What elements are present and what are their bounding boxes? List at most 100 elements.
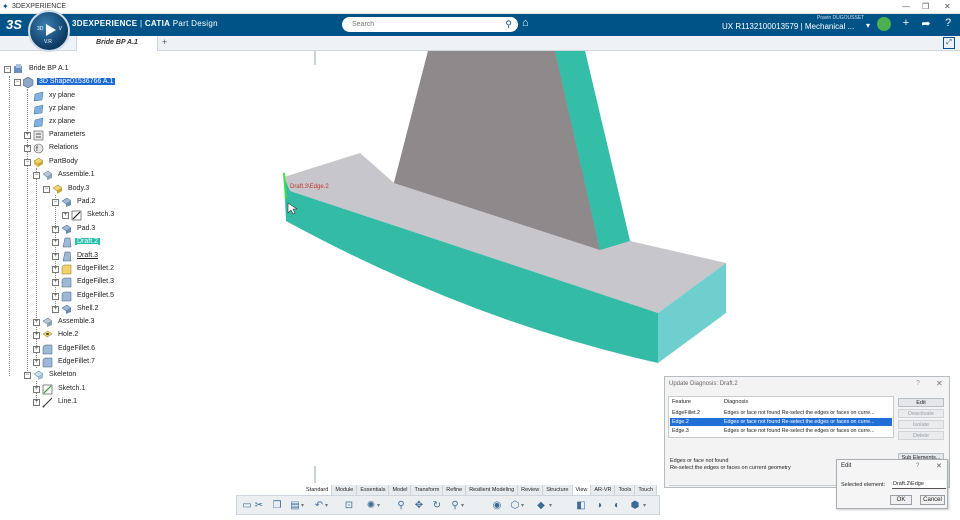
fullscreen-icon[interactable]: ⤢	[943, 37, 955, 49]
copy-icon[interactable]: ❐	[271, 500, 283, 512]
tab-review[interactable]: Review	[518, 485, 544, 495]
help-icon[interactable]: ?	[916, 463, 919, 469]
tab-tools[interactable]: Tools	[615, 485, 636, 495]
add-tab-icon[interactable]: +	[162, 37, 167, 47]
collapse-icon[interactable]: −	[24, 372, 31, 379]
compass-widget[interactable]: 3D V V.R	[28, 10, 70, 52]
tree-item-label: 3D Shape01536766 A.1	[37, 78, 116, 85]
expand-icon[interactable]: +	[24, 145, 31, 152]
selected-element-field[interactable]	[892, 480, 946, 489]
collapse-icon[interactable]: −	[43, 186, 50, 193]
camera-icon[interactable]: ◉	[491, 500, 503, 512]
expand-icon[interactable]: +	[62, 212, 69, 219]
edit-button[interactable]: Edit	[898, 398, 944, 407]
expand-icon[interactable]: +	[33, 399, 40, 406]
play-icon[interactable]	[46, 24, 56, 36]
ok-button[interactable]: OK	[890, 495, 912, 505]
chevron-down-icon[interactable]: ▾	[521, 502, 527, 509]
expand-icon[interactable]: +	[33, 332, 40, 339]
tab-refine[interactable]: Refine	[443, 485, 467, 495]
expand-icon[interactable]: +	[52, 266, 59, 273]
tab-structure[interactable]: Structure	[543, 485, 573, 495]
table-row[interactable]: EdgeFillet.2 Edges or face not found Re-…	[670, 409, 892, 417]
close-icon[interactable]: ✕	[944, 2, 951, 11]
expand-icon[interactable]: +	[33, 319, 40, 326]
collapse-icon[interactable]: −	[14, 79, 21, 86]
swap-visible-icon[interactable]: ◐	[611, 500, 623, 512]
expand-icon[interactable]: +	[52, 253, 59, 260]
avatar[interactable]	[876, 17, 892, 33]
chevron-down-icon[interactable]: ▾	[325, 502, 331, 509]
delete-button[interactable]: Delete	[898, 431, 944, 440]
cut-icon[interactable]: ✂	[253, 500, 265, 512]
hide-show-icon[interactable]: ◑	[593, 500, 605, 512]
chevron-down-icon[interactable]: ▾	[461, 502, 467, 509]
expand-icon[interactable]: +	[33, 359, 40, 366]
tab-transform[interactable]: Transform	[411, 485, 444, 495]
tag-icon[interactable]: ⌂	[522, 17, 529, 29]
zoom-fit-icon[interactable]: ⊡	[343, 500, 355, 512]
expand-icon[interactable]: +	[52, 293, 59, 300]
search-icon[interactable]: ⚲	[505, 19, 512, 30]
collapse-icon[interactable]: −	[33, 172, 40, 179]
chevron-down-icon[interactable]: ▾	[866, 21, 870, 30]
expand-icon[interactable]: +	[24, 132, 31, 139]
tree-item-label: EdgeFillet.3	[77, 278, 114, 285]
tree-item-label: xy plane	[49, 92, 76, 99]
help-icon[interactable]: ?	[916, 380, 920, 387]
chevron-down-icon[interactable]: ▾	[377, 502, 383, 509]
rotate-icon[interactable]: ↻	[431, 500, 443, 512]
tab-ar-vr[interactable]: AR-VR	[591, 485, 616, 495]
undo-history-icon[interactable]: ▭	[241, 500, 253, 512]
close-icon[interactable]: ✕	[936, 462, 942, 470]
minimize-icon[interactable]: —	[902, 2, 910, 11]
selection-label: Draft.3\Edge.2	[290, 184, 329, 190]
collab-space-context[interactable]: UX R1132100013579 | Mechanical ...	[722, 22, 854, 31]
collapse-icon[interactable]: −	[24, 159, 31, 166]
iso-view-icon[interactable]: ◆	[535, 500, 547, 512]
search-input[interactable]	[350, 19, 490, 30]
expand-icon[interactable]: +	[52, 226, 59, 233]
expand-icon[interactable]: +	[33, 386, 40, 393]
expand-icon[interactable]: +	[52, 279, 59, 286]
isolate-button[interactable]: Isolate	[898, 420, 944, 429]
render-style-icon[interactable]: ◧	[575, 500, 587, 512]
help-icon[interactable]: ?	[940, 17, 956, 33]
sketch-icon	[42, 384, 53, 395]
add-icon[interactable]: +	[898, 17, 914, 33]
chevron-down-icon[interactable]: ▾	[549, 502, 555, 509]
table-row[interactable]: Edge.2 Edges or face not found Re-select…	[670, 418, 892, 426]
cancel-button[interactable]: Cancel	[920, 495, 945, 505]
material-icon[interactable]: ⬢	[629, 500, 641, 512]
restore-icon[interactable]: ❐	[922, 2, 929, 11]
close-icon[interactable]: ✕	[936, 379, 943, 388]
expand-icon[interactable]: +	[52, 239, 59, 246]
tab-essentials[interactable]: Essentials	[357, 485, 390, 495]
collapse-icon[interactable]: −	[4, 66, 11, 73]
deactivate-button[interactable]: Deactivate	[898, 409, 944, 418]
tab-view[interactable]: View	[572, 485, 592, 495]
expand-icon[interactable]: +	[52, 306, 59, 313]
parameters-icon	[33, 130, 44, 141]
table-row[interactable]: Edge.3 Edges or face not found Re-select…	[670, 427, 892, 435]
collapse-icon[interactable]: −	[52, 199, 59, 206]
tab-module[interactable]: Module	[332, 485, 358, 495]
tab-model[interactable]: Model	[389, 485, 412, 495]
fit-all-icon[interactable]: ✺	[365, 500, 377, 512]
chevron-down-icon[interactable]: ▾	[643, 502, 649, 509]
tab-bride-bp[interactable]: Bride BP A.1	[76, 36, 158, 51]
undo-icon[interactable]: ↶	[313, 500, 325, 512]
tab-standard[interactable]: Standard	[303, 485, 333, 495]
normal-view-icon[interactable]: ⬡	[509, 500, 521, 512]
ds-logo-icon[interactable]: 3S	[6, 17, 22, 32]
expand-icon[interactable]: +	[33, 346, 40, 353]
paste-icon[interactable]: ▤	[289, 500, 301, 512]
search-box[interactable]: ⚲	[342, 17, 518, 32]
share-icon[interactable]: ➦	[918, 17, 934, 33]
zoom-area-icon[interactable]: ⚲	[449, 500, 461, 512]
tab-resilient-modeling[interactable]: Resilient Modeling	[466, 485, 519, 495]
pan-icon[interactable]: ✥	[413, 500, 425, 512]
chevron-down-icon[interactable]: ▾	[301, 502, 307, 509]
zoom-icon[interactable]: ⚲	[395, 500, 407, 512]
tab-touch[interactable]: Touch	[635, 485, 658, 495]
